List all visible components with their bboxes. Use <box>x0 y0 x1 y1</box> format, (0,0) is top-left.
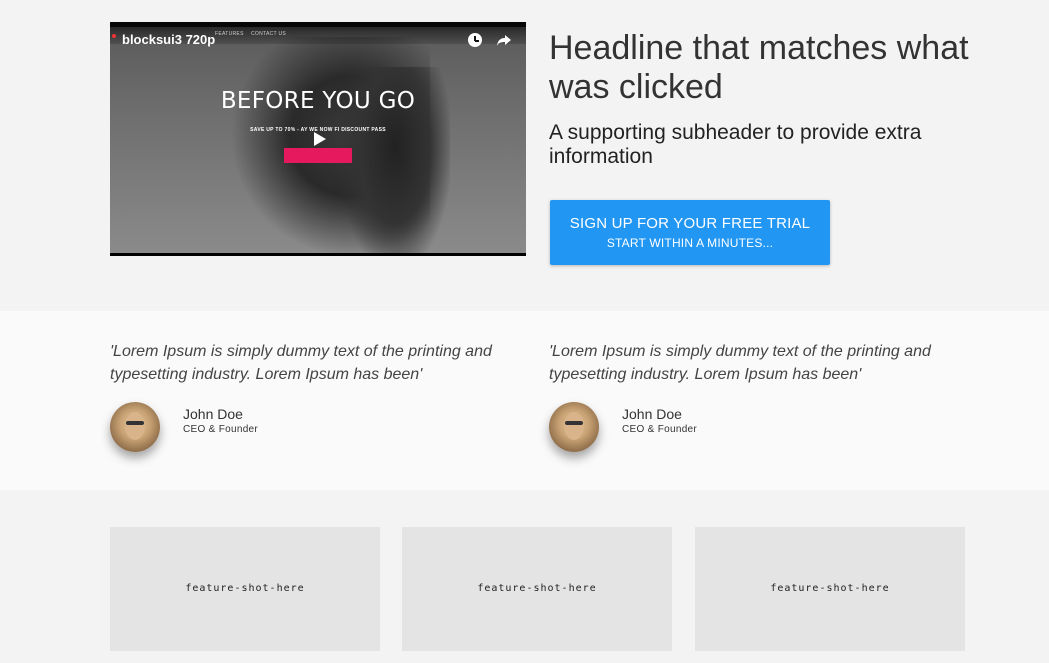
feature-shot-placeholder: feature-shot-here <box>110 527 380 651</box>
testimonial-quote: 'Lorem Ipsum is simply dummy text of the… <box>549 343 931 383</box>
video-promo-button <box>284 148 352 163</box>
feature-shot-label: feature-shot-here <box>185 583 305 594</box>
testimonial-quote: 'Lorem Ipsum is simply dummy text of the… <box>110 343 492 383</box>
testimonial-card: 'Lorem Ipsum is simply dummy text of the… <box>110 340 530 452</box>
cta-main-label: SIGN UP FOR YOUR FREE TRIAL <box>569 215 811 232</box>
testimonial-name: John Doe <box>622 406 682 422</box>
video-menu-features: FEATURES <box>215 31 244 37</box>
hero-section: blocksui3 720p FEATURES CONTACT US BEFOR… <box>0 0 1049 311</box>
play-icon[interactable] <box>314 132 326 146</box>
feature-shot-label: feature-shot-here <box>477 583 597 594</box>
video-headline: BEFORE YOU GO <box>220 88 416 114</box>
feature-shot-label: feature-shot-here <box>770 583 890 594</box>
avatar-face <box>125 412 145 440</box>
video-bottom-bar <box>110 253 526 256</box>
video-player[interactable]: blocksui3 720p FEATURES CONTACT US BEFOR… <box>110 22 526 256</box>
watch-later-icon[interactable] <box>468 33 482 47</box>
testimonial-role: CEO & Founder <box>622 424 698 435</box>
page-subheader: A supporting subheader to provide extra … <box>549 121 922 168</box>
video-menu-contact: CONTACT US <box>251 31 287 37</box>
avatar <box>110 402 160 452</box>
cta-sub-label: START WITHIN A MINUTES... <box>606 236 774 250</box>
video-title[interactable]: blocksui3 720p <box>122 32 215 47</box>
avatar-sunglasses <box>565 421 583 425</box>
features-section: feature-shot-here feature-shot-here feat… <box>0 490 1049 663</box>
avatar <box>549 402 599 452</box>
avatar-face <box>564 412 584 440</box>
testimonial-card: 'Lorem Ipsum is simply dummy text of the… <box>549 340 969 452</box>
feature-shot-placeholder: feature-shot-here <box>402 527 672 651</box>
feature-shot-placeholder: feature-shot-here <box>695 527 965 651</box>
testimonials-section: 'Lorem Ipsum is simply dummy text of the… <box>0 311 1049 490</box>
testimonial-role: CEO & Founder <box>183 424 259 435</box>
free-trial-signup-button[interactable]: SIGN UP FOR YOUR FREE TRIAL START WITHIN… <box>550 200 830 265</box>
video-title-dot <box>112 34 116 38</box>
share-icon[interactable] <box>496 32 512 48</box>
avatar-sunglasses <box>126 421 144 425</box>
page-headline: Headline that matches what was clicked <box>549 29 969 106</box>
testimonial-name: John Doe <box>183 406 243 422</box>
